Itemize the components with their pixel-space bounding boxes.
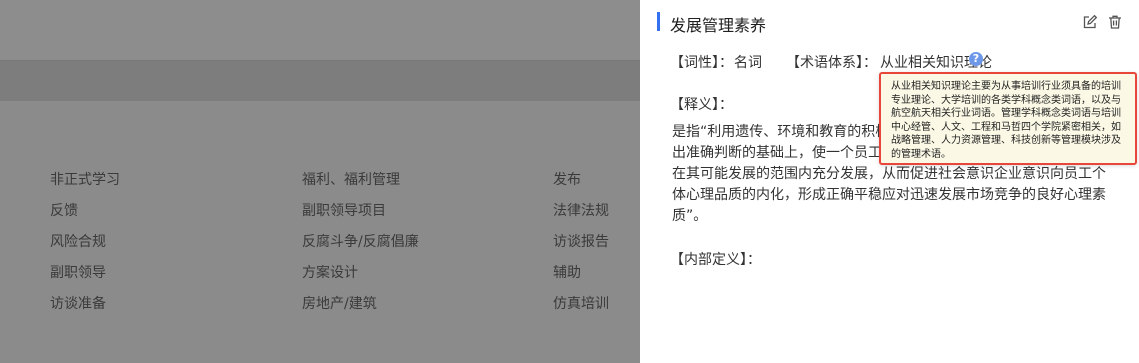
- pos-label: 【词性】：: [670, 55, 733, 71]
- delete-icon[interactable]: [1107, 14, 1123, 30]
- background-nav-band: [0, 60, 640, 101]
- term-system-label: 【术语体系】：: [786, 55, 877, 71]
- term-link[interactable]: 非正式学习: [50, 169, 120, 189]
- term-link[interactable]: 辅助: [553, 262, 581, 282]
- term-link[interactable]: 反馈: [50, 200, 78, 220]
- term-title: 发展管理素养: [670, 16, 767, 35]
- term-link[interactable]: 访谈准备: [50, 293, 106, 313]
- term-link[interactable]: 福利、福利管理: [302, 169, 400, 189]
- definition-label: 【释义】：: [670, 97, 733, 113]
- term-link[interactable]: 风险合规: [50, 231, 106, 251]
- term-link[interactable]: 反腐斗争/反腐倡廉: [302, 231, 419, 251]
- title-accent-bar: [657, 12, 660, 31]
- term-link[interactable]: 仿真培训: [553, 293, 609, 313]
- background-header: [0, 0, 640, 60]
- internal-definition-label: 【内部定义】：: [670, 252, 761, 268]
- term-link[interactable]: 法律法规: [553, 200, 609, 220]
- term-link[interactable]: 房地产/建筑: [302, 293, 377, 313]
- term-link[interactable]: 副职领导项目: [302, 200, 386, 220]
- term-link[interactable]: 访谈报告: [553, 231, 609, 251]
- term-detail-drawer: 发展管理素养 【词性】： 名词 【术语体系】： 从业相关知识理论 ? 【释义】：…: [640, 0, 1139, 363]
- help-icon[interactable]: ?: [969, 52, 983, 66]
- pos-value: 名词: [734, 55, 762, 71]
- edit-icon[interactable]: [1082, 14, 1098, 30]
- term-link[interactable]: 发布: [553, 169, 581, 189]
- term-link[interactable]: 方案设计: [302, 262, 358, 282]
- term-system-tooltip: 从业相关知识理论主要为从事培训行业须具备的培训专业理论、大学培训的各类学科概念类…: [879, 72, 1137, 165]
- term-link[interactable]: 副职领导: [50, 262, 106, 282]
